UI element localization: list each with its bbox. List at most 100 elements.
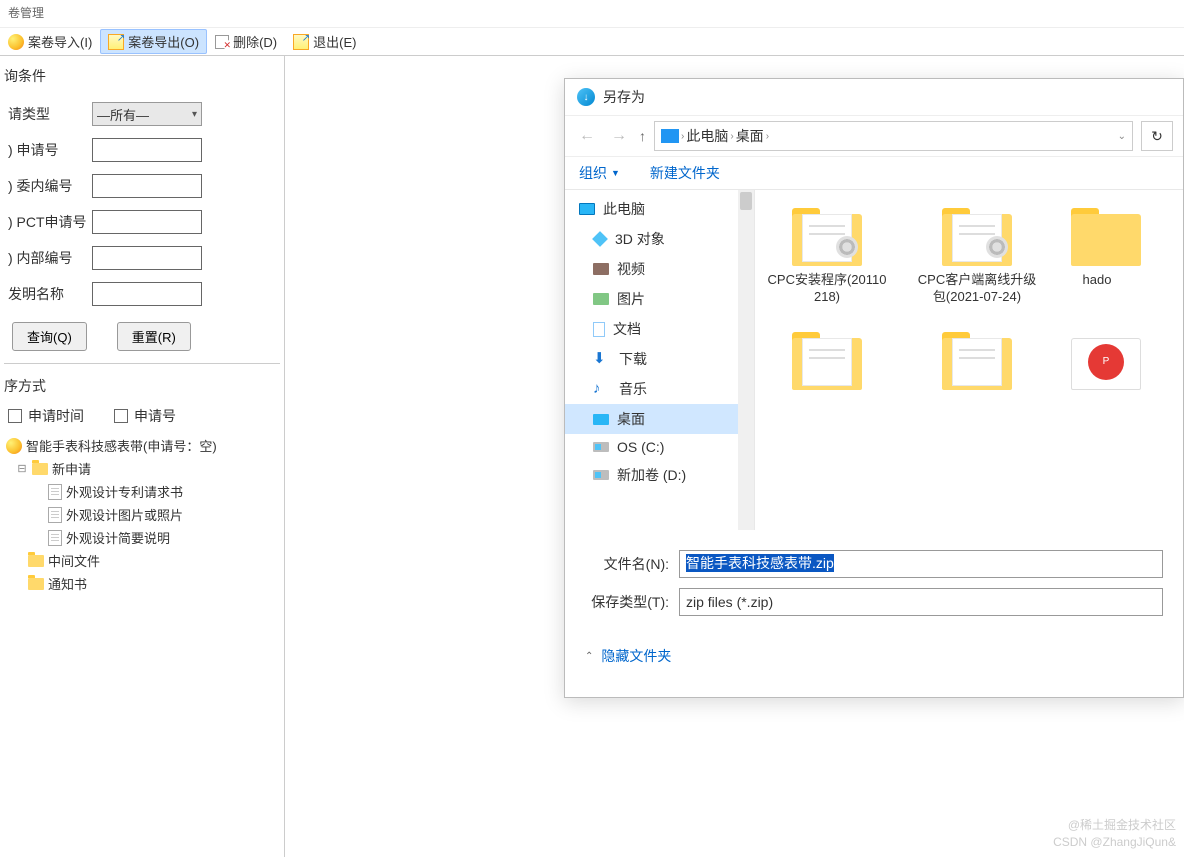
sidebar-video[interactable]: 视频 (565, 254, 754, 284)
folder-icon (938, 202, 1016, 266)
dialog-titlebar: ↓ 另存为 (565, 79, 1183, 115)
folder-icon (32, 463, 48, 475)
folder-item[interactable] (767, 326, 887, 396)
tree-root[interactable]: 智能手表科技感表带(申请号：空) (6, 434, 278, 457)
main-toolbar: 案卷导入(I) 案卷导出(O) 删除(D) 退出(E) (0, 28, 1184, 56)
pdf-icon: P (1067, 326, 1145, 390)
dialog-toolbar: 组织 ▼ 新建文件夹 (565, 157, 1183, 190)
folder-item[interactable]: CPC安装程序(20110218) (767, 202, 887, 306)
filename-label: 文件名(N): (585, 554, 679, 574)
breadcrumb[interactable]: › 此电脑 › 桌面 › ⌄ (654, 121, 1133, 151)
dialog-footer: ⌃ 隐藏文件夹 (565, 636, 1183, 676)
earth-icon (8, 34, 24, 50)
sidebar-scrollbar[interactable] (738, 190, 754, 530)
exit-button[interactable]: 退出(E) (285, 29, 364, 54)
tree-collapse-icon[interactable]: ⊟ (16, 462, 28, 475)
desktop-icon (593, 414, 609, 425)
invention-name-input[interactable] (92, 282, 202, 306)
nav-up-button[interactable]: ↑ (639, 128, 646, 144)
window-title: 卷管理 (8, 6, 44, 20)
apply-no-checkbox[interactable]: 申请号 (114, 406, 176, 426)
filename-input[interactable]: 智能手表科技感表带.zip (679, 550, 1163, 578)
video-icon (593, 263, 609, 275)
dialog-title: 另存为 (603, 87, 645, 107)
scrollbar-thumb[interactable] (740, 192, 752, 210)
new-folder-button[interactable]: 新建文件夹 (650, 163, 720, 183)
exit-icon (293, 34, 309, 50)
document-icon (48, 507, 62, 523)
organize-button[interactable]: 组织 ▼ (579, 163, 620, 183)
pct-no-input[interactable] (92, 210, 202, 234)
chevron-up-icon[interactable]: ⌃ (585, 651, 593, 662)
download-icon: ⬇ (593, 351, 611, 367)
disk-icon (593, 470, 609, 480)
chevron-down-icon: ▼ (611, 168, 620, 178)
monitor-icon (661, 129, 679, 143)
sidebar-documents[interactable]: 文档 (565, 314, 754, 344)
folder-icon (28, 578, 44, 590)
delete-button[interactable]: 删除(D) (207, 29, 285, 54)
folder-grid: CPC安装程序(20110218) CPC客户端离线升级包(2021-07-24… (755, 190, 1183, 530)
monitor-icon (579, 203, 595, 215)
chevron-right-icon: › (766, 131, 769, 142)
apply-type-label: 请类型 (4, 104, 92, 124)
watermark: @稀土掘金技术社区 CSDN @ZhangJiQun& (1053, 817, 1176, 851)
folder-icon (1067, 202, 1145, 266)
pct-no-label: ) PCT申请号 (4, 212, 92, 232)
sidebar-this-pc[interactable]: 此电脑 (565, 194, 754, 224)
apply-type-select[interactable]: —所有— ▾ (92, 102, 202, 126)
tree-new-apply[interactable]: ⊟ 新申请 (6, 457, 278, 480)
dialog-fields: 文件名(N): 智能手表科技感表带.zip 保存类型(T): zip files… (565, 530, 1183, 636)
apply-no-input[interactable] (92, 138, 202, 162)
left-panel: 询条件 请类型 —所有— ▾ ) 申请号 ) 委内编号 ) PCT申请号 ) 内… (0, 56, 285, 857)
sidebar-music[interactable]: ♪ 音乐 (565, 374, 754, 404)
chevron-right-icon: › (681, 131, 684, 142)
inner-no-input[interactable] (92, 246, 202, 270)
sidebar-desktop[interactable]: 桌面 (565, 404, 754, 434)
earth-icon (6, 438, 22, 454)
document-icon (48, 484, 62, 500)
apply-time-checkbox[interactable]: 申请时间 (8, 406, 84, 426)
sidebar-new-volume[interactable]: 新加卷 (D:) (565, 460, 754, 490)
tree-mid-file[interactable]: 中间文件 (6, 549, 278, 572)
folder-item[interactable] (917, 326, 1037, 396)
document-icon (593, 322, 605, 337)
folder-item[interactable]: CPC客户端离线升级包(2021-07-24) (917, 202, 1037, 306)
folder-icon (938, 326, 1016, 390)
chevron-right-icon: › (730, 131, 733, 142)
apply-no-label: ) 申请号 (4, 140, 92, 160)
delete-icon (215, 35, 229, 49)
music-icon: ♪ (593, 381, 611, 397)
reset-button[interactable]: 重置(R) (117, 322, 191, 351)
cube-icon (592, 231, 608, 247)
nav-back-button[interactable]: ← (575, 123, 599, 149)
internal-no-input[interactable] (92, 174, 202, 198)
invention-name-label: 发明名称 (4, 284, 92, 304)
dialog-nav: ← → ↑ › 此电脑 › 桌面 › ⌄ ↻ (565, 115, 1183, 157)
checkbox-icon (114, 409, 128, 423)
tree-notice[interactable]: 通知书 (6, 572, 278, 595)
filetype-select[interactable]: zip files (*.zip) (679, 588, 1163, 616)
folder-item[interactable]: hado (1067, 202, 1127, 306)
export-button[interactable]: 案卷导出(O) (100, 29, 207, 54)
query-button[interactable]: 查询(Q) (12, 322, 87, 351)
nav-forward-button[interactable]: → (607, 123, 631, 149)
sidebar-downloads[interactable]: ⬇ 下载 (565, 344, 754, 374)
sidebar-pictures[interactable]: 图片 (565, 284, 754, 314)
sidebar-3d-objects[interactable]: 3D 对象 (565, 224, 754, 254)
import-button[interactable]: 案卷导入(I) (0, 29, 100, 54)
tree-child-0[interactable]: 外观设计专利请求书 (6, 480, 278, 503)
folder-icon (28, 555, 44, 567)
document-icon (48, 530, 62, 546)
folder-item[interactable]: P (1067, 326, 1127, 396)
save-as-dialog: ↓ 另存为 ← → ↑ › 此电脑 › 桌面 › ⌄ ↻ 组织 ▼ 新建文件夹 (564, 78, 1184, 698)
tree-child-2[interactable]: 外观设计简要说明 (6, 526, 278, 549)
hide-folders-link[interactable]: 隐藏文件夹 (601, 646, 671, 666)
sort-section-title: 序方式 (4, 372, 280, 400)
filetype-label: 保存类型(T): (585, 592, 679, 612)
tree-child-1[interactable]: 外观设计图片或照片 (6, 503, 278, 526)
chevron-down-icon[interactable]: ⌄ (1118, 131, 1126, 142)
dialog-sidebar: 此电脑 3D 对象 视频 图片 文档 ⬇ 下载 (565, 190, 755, 530)
refresh-button[interactable]: ↻ (1141, 121, 1173, 151)
sidebar-os-drive[interactable]: OS (C:) (565, 434, 754, 460)
